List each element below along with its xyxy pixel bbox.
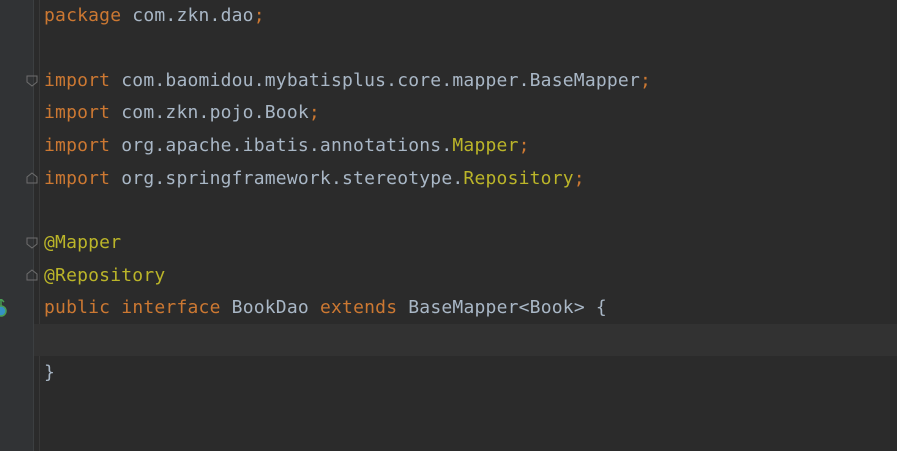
closing-brace: }	[44, 362, 56, 383]
code-line-import-mapper[interactable]: import org.apache.ibatis.annotations.Map…	[44, 130, 530, 162]
annotation: @Repository	[44, 265, 166, 286]
code-line-import-basemapper[interactable]: import com.baomidou.mybatisplus.core.map…	[44, 65, 651, 97]
annotation-type: Repository	[463, 168, 574, 189]
import-path: org.apache.ibatis.annotations.	[110, 135, 453, 156]
fold-marker-icon[interactable]	[26, 269, 38, 281]
code-line-package[interactable]: package com.zkn.dao;	[44, 0, 265, 32]
code-line-import-book[interactable]: import com.zkn.pojo.Book;	[44, 97, 320, 129]
semicolon: ;	[640, 70, 652, 91]
keyword: package	[44, 5, 122, 26]
keyword: import	[44, 168, 111, 189]
annotation-type: Mapper	[452, 135, 519, 156]
semicolon: ;	[308, 102, 320, 123]
supertype: BaseMapper<Book> {	[397, 297, 607, 318]
import-path: com.baomidou.mybatisplus.core.mapper.Bas…	[110, 70, 641, 91]
keyword: import	[44, 102, 111, 123]
code-line-interface-declaration[interactable]: public interface BookDao extends BaseMap…	[44, 292, 607, 324]
package-name: com.zkn.dao	[121, 5, 254, 26]
code-line-repository-annotation[interactable]: @Repository	[44, 260, 165, 292]
semicolon: ;	[253, 5, 265, 26]
keyword: public	[44, 297, 111, 318]
editor-gutter[interactable]	[0, 0, 34, 451]
keyword: interface	[121, 297, 221, 318]
interface-name: BookDao	[220, 297, 320, 318]
implemented-interface-icon[interactable]	[0, 299, 8, 317]
code-line-closing-brace[interactable]: }	[44, 357, 55, 389]
current-line-highlight	[34, 324, 897, 356]
annotation: @Mapper	[44, 232, 122, 253]
fold-marker-icon[interactable]	[26, 237, 38, 249]
import-path: org.springframework.stereotype.	[110, 168, 464, 189]
code-editor[interactable]: package com.zkn.dao; import com.baomidou…	[0, 0, 897, 451]
indent-guide	[39, 0, 40, 451]
semicolon: ;	[573, 168, 585, 189]
semicolon: ;	[518, 135, 530, 156]
keyword: extends	[319, 297, 398, 318]
code-line-mapper-annotation[interactable]: @Mapper	[44, 227, 121, 259]
fold-marker-icon[interactable]	[26, 172, 38, 184]
import-path: com.zkn.pojo.Book	[110, 102, 309, 123]
keyword: import	[44, 135, 111, 156]
keyword: import	[44, 70, 111, 91]
code-line-import-repository[interactable]: import org.springframework.stereotype.Re…	[44, 163, 585, 195]
fold-marker-icon[interactable]	[26, 75, 38, 87]
